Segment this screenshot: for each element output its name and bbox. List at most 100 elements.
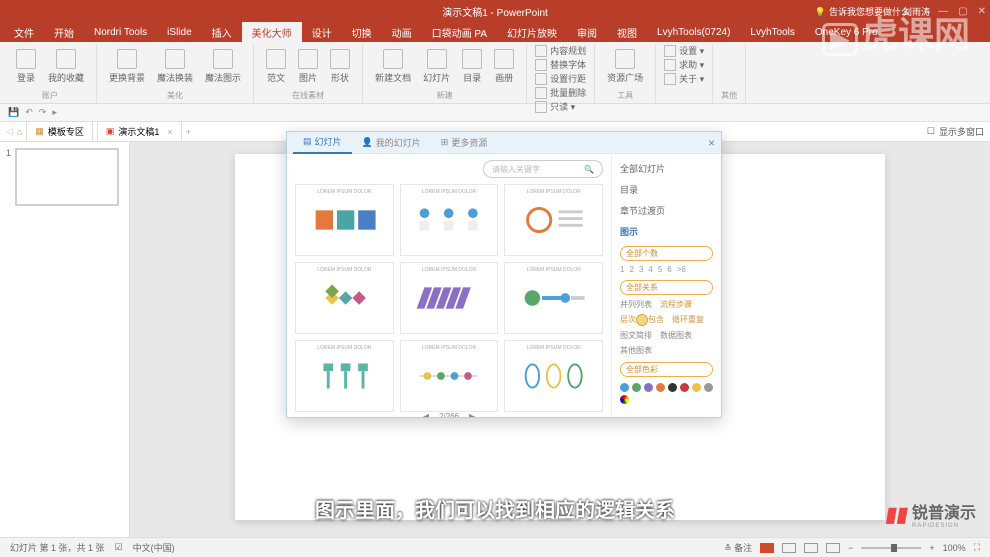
start-icon[interactable]: ▸ (52, 107, 57, 118)
ribbon-button[interactable]: 更换背景 (105, 44, 149, 88)
color-filter[interactable] (620, 383, 629, 392)
count-filter[interactable]: >6 (677, 265, 686, 274)
multiwindow-toggle[interactable]: ☐显示多窗口 (927, 125, 984, 138)
color-filter[interactable] (632, 383, 641, 392)
zoom-out-icon[interactable]: − (848, 543, 853, 553)
ribbon-button[interactable]: 我的收藏 (44, 44, 88, 88)
relation-filter[interactable]: 其他图表 (620, 345, 652, 356)
template-thumbnail[interactable]: LOREM IPSUM DOLOR (400, 262, 499, 334)
ribbon-button[interactable]: 范文 (262, 44, 290, 88)
ribbon-tab[interactable]: 开始 (44, 22, 84, 43)
template-thumbnail[interactable]: LOREM IPSUM DOLOR (400, 340, 499, 412)
zoom-slider[interactable] (861, 547, 921, 549)
color-filter-all[interactable] (620, 395, 629, 404)
relation-filter[interactable]: 层次包含 (620, 314, 664, 326)
undo-icon[interactable]: ↶ (25, 107, 33, 118)
search-input[interactable]: 请输入关键字 🔍 (483, 160, 603, 178)
home-icon[interactable]: ⌂ (17, 127, 22, 137)
add-tab-icon[interactable]: + (186, 127, 191, 137)
ribbon-tab[interactable]: LvyhTools(0724) (647, 24, 740, 41)
relation-filter[interactable]: 并列列表 (620, 299, 652, 310)
ribbon-tab[interactable]: LvyhTools (740, 24, 804, 41)
count-filter[interactable]: 1 (620, 265, 624, 274)
template-thumbnail[interactable]: LOREM IPSUM DOLOR (504, 262, 603, 334)
reading-view-icon[interactable] (804, 543, 818, 553)
color-filter[interactable] (680, 383, 689, 392)
category-item[interactable]: 全部幻灯片 (620, 160, 713, 177)
ribbon-tab[interactable]: 动画 (382, 22, 422, 43)
ribbon-button[interactable]: 幻灯片 (419, 44, 454, 88)
ribbon-tool[interactable]: 批量删除 (535, 86, 586, 99)
notes-button[interactable]: ≛ 备注 (724, 541, 752, 554)
normal-view-icon[interactable] (760, 543, 774, 553)
template-tab[interactable]: ▦模板专区 (26, 121, 93, 142)
ribbon-button[interactable]: 目录 (458, 44, 486, 88)
count-filter[interactable]: 5 (658, 265, 662, 274)
ribbon-tab[interactable]: 文件 (4, 22, 44, 43)
template-thumbnail[interactable]: LOREM IPSUM DOLOR (400, 184, 499, 256)
ribbon-button[interactable]: 新建文档 (371, 44, 415, 88)
ribbon-tool[interactable]: 设置行距 (535, 72, 586, 85)
ribbon-tab[interactable]: Nordri Tools (84, 24, 157, 41)
category-item[interactable]: 结束页 (620, 414, 713, 417)
count-filter[interactable]: 4 (648, 265, 652, 274)
sorter-view-icon[interactable] (782, 543, 796, 553)
document-tab[interactable]: ▣演示文稿1× (97, 121, 182, 142)
category-item[interactable]: 图示 (620, 223, 713, 240)
maximize-icon[interactable]: ▢ (958, 6, 967, 17)
ribbon-button[interactable]: 形状 (326, 44, 354, 88)
ribbon-tool[interactable]: 关于 ▾ (664, 72, 704, 85)
ribbon-button[interactable]: 魔法换装 (153, 44, 197, 88)
prev-page-icon[interactable]: ◀ (423, 412, 429, 417)
ribbon-button[interactable]: 图片 (294, 44, 322, 88)
next-page-icon[interactable]: ▶ (469, 412, 475, 417)
ribbon-tool[interactable]: 设置 ▾ (664, 44, 704, 57)
dialog-tab[interactable]: 👤我的幻灯片 (352, 132, 431, 153)
template-thumbnail[interactable]: LOREM IPSUM DOLOR (504, 184, 603, 256)
ribbon-tool[interactable]: 替换字体 (535, 58, 586, 71)
ribbon-button[interactable]: 魔法图示 (201, 44, 245, 88)
close-icon[interactable]: ✕ (978, 6, 986, 17)
color-filter[interactable] (668, 383, 677, 392)
ribbon-tab[interactable]: 幻灯片放映 (497, 22, 567, 43)
ribbon-tab[interactable]: 视图 (607, 22, 647, 43)
color-filter[interactable] (692, 383, 701, 392)
tab-close-icon[interactable]: × (167, 127, 172, 137)
redo-icon[interactable]: ↷ (39, 107, 47, 118)
ribbon-tab[interactable]: 审阅 (567, 22, 607, 43)
ribbon-button[interactable]: 画册 (490, 44, 518, 88)
count-filter[interactable]: 3 (639, 265, 643, 274)
dialog-tab[interactable]: ⊞更多资源 (431, 132, 498, 153)
fit-icon[interactable]: ⛶ (974, 542, 980, 553)
ribbon-tool[interactable]: 只读 ▾ (535, 100, 575, 113)
ribbon-tab[interactable]: iSlide (157, 24, 201, 41)
ribbon-tool[interactable]: 求助 ▾ (664, 58, 704, 71)
count-filter[interactable]: 2 (629, 265, 633, 274)
relation-filter[interactable]: 循环重复 (672, 314, 704, 326)
save-icon[interactable]: 💾 (8, 107, 19, 118)
color-filter[interactable] (704, 383, 713, 392)
color-filter[interactable] (644, 383, 653, 392)
zoom-in-icon[interactable]: + (929, 543, 934, 553)
template-thumbnail[interactable]: LOREM IPSUM DOLOR (295, 340, 394, 412)
template-thumbnail[interactable]: LOREM IPSUM DOLOR (295, 184, 394, 256)
slideshow-view-icon[interactable] (826, 543, 840, 553)
category-item[interactable]: 目录 (620, 181, 713, 198)
ribbon-button[interactable]: 登录 (12, 44, 40, 88)
template-thumbnail[interactable]: LOREM IPSUM DOLOR (504, 340, 603, 412)
spellcheck-icon[interactable]: ☑ (115, 542, 123, 553)
slide-thumbnail[interactable] (15, 148, 119, 206)
dialog-close-icon[interactable]: × (708, 136, 715, 150)
ribbon-button[interactable]: 资源广场 (603, 44, 647, 88)
ribbon-tab[interactable]: 设计 (302, 22, 342, 43)
ribbon-tool[interactable]: 内容规划 (535, 44, 586, 57)
search-icon[interactable]: 🔍 (584, 165, 594, 174)
ribbon-tab[interactable]: OneKey 6 Pro (805, 24, 888, 41)
left-arrow-icon[interactable]: ◁ (6, 126, 13, 137)
language[interactable]: 中文(中国) (133, 541, 175, 554)
relation-filter[interactable]: 图文简排 (620, 330, 652, 341)
count-filter[interactable]: 6 (667, 265, 671, 274)
relation-filter[interactable]: 流程步骤 (660, 299, 692, 310)
ribbon-tab[interactable]: 美化大师 (242, 22, 302, 43)
tell-me[interactable]: 💡告诉我您想要做什么 (815, 5, 910, 18)
